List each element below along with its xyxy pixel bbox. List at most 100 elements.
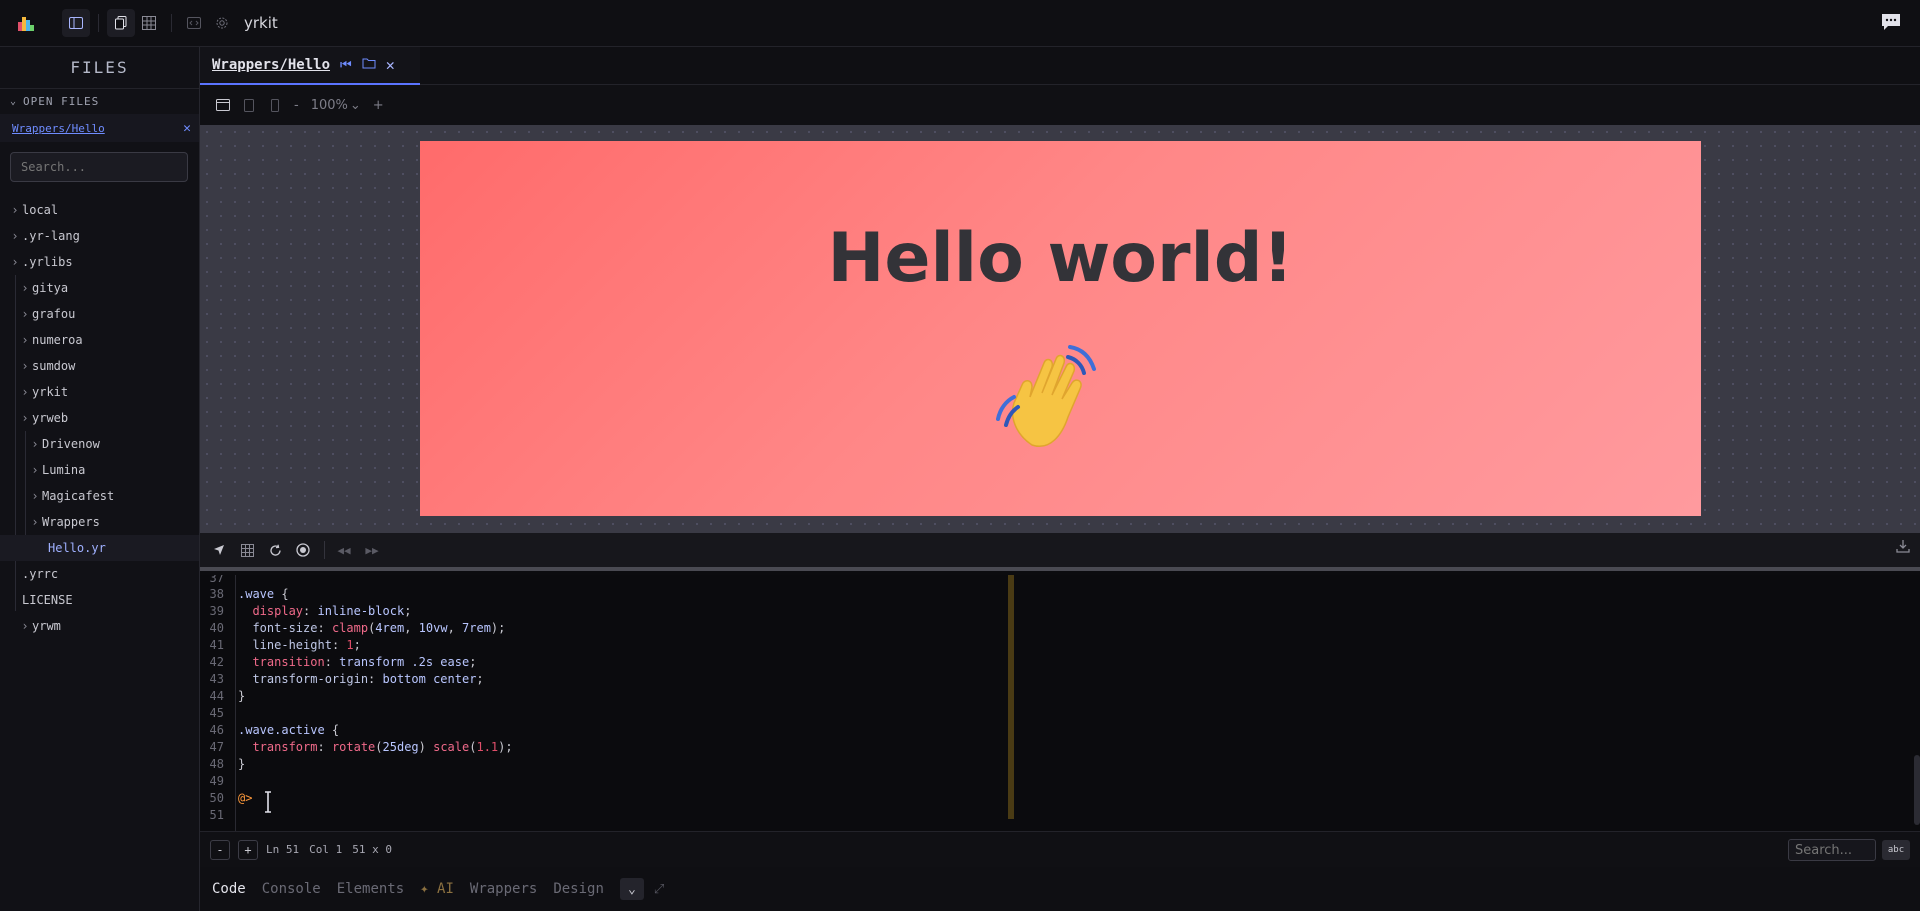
code-line[interactable]: 50 @> [200,789,1900,806]
reload-button[interactable] [262,537,288,563]
code-token: ; [469,654,477,669]
code-token: transform [252,739,318,754]
zoom-out-button[interactable]: - [294,98,299,113]
code-line[interactable]: 40 font-size: clamp(4rem, 10vw, 7rem); [200,619,1900,636]
file-search-input[interactable] [10,152,188,182]
waving-hand-icon[interactable] [992,337,1112,457]
folder-item[interactable]: › local [0,197,199,223]
font-decrease-button[interactable]: - [210,839,230,860]
spellcheck-toggle[interactable]: abc [1882,840,1910,860]
tab-design[interactable]: Design [553,881,604,897]
record-button[interactable] [290,537,316,563]
folder-icon[interactable] [362,57,376,73]
app-title: yrkit [244,14,278,32]
code-line[interactable]: 41 line-height: 1; [200,636,1900,653]
pointer-button[interactable] [206,537,232,563]
file-item[interactable]: LICENSE [0,587,199,613]
code-line[interactable]: 48} [200,755,1900,772]
tab-elements[interactable]: Elements [337,881,404,897]
line-number: 46 [209,722,224,737]
code-token: scale [433,739,470,754]
code-token: : [331,637,347,652]
open-file-item[interactable]: Wrappers/Hello ✕ [0,114,199,142]
close-icon[interactable]: ✕ [183,121,191,136]
folder-item[interactable]: › Lumina [0,457,199,483]
rewind-icon[interactable]: ⏮ [340,58,352,73]
folder-item[interactable]: › grafou [0,301,199,327]
folder-item[interactable]: › yrweb [0,405,199,431]
indent-guide-bar [1008,575,1014,819]
tab-ai[interactable]: ✦ AI [420,881,454,897]
gear-icon [216,17,228,29]
code-view-button[interactable] [180,9,208,37]
toggle-sidebar-button[interactable] [62,9,90,37]
rewind-button[interactable]: ◀◀ [331,537,357,563]
tab-wrappers-hello[interactable]: Wrappers/Hello ⏮ ✕ [200,47,420,85]
code-line[interactable]: 46 .wave.active { [200,721,1900,738]
settings-button[interactable] [208,9,236,37]
chevron-right-icon: › [21,411,29,425]
preview-action-bar: ◀◀ ▶▶ [200,533,1920,571]
download-button[interactable] [1896,539,1910,557]
tab-console[interactable]: Console [262,881,321,897]
folder-item[interactable]: › Wrappers [0,509,199,535]
folder-item[interactable]: › numeroa [0,327,199,353]
desktop-view-button[interactable] [210,92,236,118]
code-token: ; [476,671,484,686]
tree-item-label: Hello.yr [48,541,106,555]
editor-scrollbar[interactable] [1914,755,1920,825]
code-line[interactable]: 43 transform-origin: bottom center; [200,670,1900,687]
code-token: ) [418,739,434,754]
folder-item[interactable]: › .yrlibs [0,249,199,275]
zoom-in-button[interactable]: + [373,98,384,113]
folder-item[interactable]: › yrkit [0,379,199,405]
file-item[interactable]: .yrrc [0,561,199,587]
tab-wrappers[interactable]: Wrappers [470,881,537,897]
code-line[interactable]: 51 [200,806,1900,823]
grid-overlay-button[interactable] [234,537,260,563]
code-line[interactable]: 42 transition: transform .2s ease; [200,653,1900,670]
code-token: } [238,688,246,703]
folder-item[interactable]: › Drivenow [0,431,199,457]
folder-item[interactable]: › Magicafest [0,483,199,509]
code-line[interactable]: 44} [200,687,1900,704]
fast-forward-button[interactable]: ▶▶ [359,537,385,563]
code-line[interactable]: 47 transform: rotate(25deg) scale(1.1); [200,738,1900,755]
folder-item[interactable]: › sumdow [0,353,199,379]
record-icon [296,543,310,557]
tablet-view-button[interactable] [236,92,262,118]
chevron-down-icon[interactable]: ⌄ [350,98,361,113]
code-line[interactable]: 39 display: inline-block; [200,602,1900,619]
chat-button[interactable] [1880,12,1904,34]
close-tab-icon[interactable]: ✕ [386,56,395,74]
folder-item[interactable]: › gitya [0,275,199,301]
zoom-level[interactable]: 100% [311,98,348,113]
code-token: clamp [331,620,369,635]
folder-item[interactable]: › yrwm [0,613,199,639]
code-line[interactable]: 38 .wave { [200,585,1900,602]
preview-toolbar: - 100% ⌄ + [200,85,1920,125]
font-increase-button[interactable]: + [238,839,258,860]
open-files-header[interactable]: ⌄ OPEN FILES [0,89,199,114]
expand-icon[interactable]: ⤢ [654,882,664,897]
code-line[interactable]: 45 [200,704,1900,721]
file-item[interactable]: Hello.yr [0,535,199,561]
folder-item[interactable]: › .yr-lang [0,223,199,249]
refresh-icon [269,544,281,556]
code-line[interactable]: 49 [200,772,1900,789]
code-token: : [317,620,332,635]
mobile-view-button[interactable] [262,92,288,118]
code-token: , [447,620,463,635]
tab-code[interactable]: Code [212,881,246,897]
editor-search-input[interactable] [1788,839,1876,861]
code-token: { [324,722,340,737]
grid-view-button[interactable] [135,9,163,37]
tablet-icon [244,98,254,112]
code-editor[interactable]: 37 38 .wave {39 display: inline-block; 40 f… [200,575,1920,831]
files-view-button[interactable] [107,9,135,37]
open-file-link[interactable]: Wrappers/Hello [12,122,105,135]
more-tabs-button[interactable]: ⌄ [619,878,644,900]
